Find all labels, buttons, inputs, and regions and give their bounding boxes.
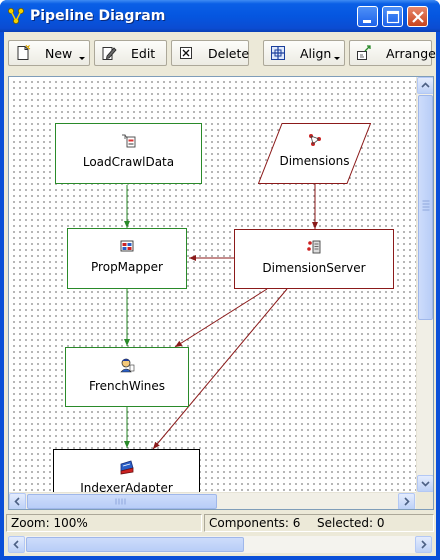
close-button[interactable] (407, 6, 428, 27)
toolbar: New Edit Delete Align Arrange (4, 32, 436, 72)
edit-button[interactable]: Edit (94, 40, 167, 66)
minimize-icon (363, 20, 371, 23)
scroll-up-button[interactable] (417, 77, 433, 94)
window-horizontal-scrollbar[interactable] (8, 536, 432, 553)
chevron-down-icon (421, 481, 430, 487)
new-button-label: New (45, 45, 73, 61)
scroll-left-button[interactable] (9, 493, 26, 509)
node-frenchwines[interactable]: FrenchWines (65, 347, 189, 407)
window-title: Pipeline Diagram (30, 8, 166, 24)
arrange-button[interactable]: Arrange (349, 40, 436, 66)
node-dimensionserver[interactable]: DimensionServer (234, 229, 394, 289)
node-label: Dimensions (279, 154, 350, 168)
align-icon (271, 46, 285, 60)
node-loadcrawldata[interactable]: LoadCrawlData (55, 123, 202, 184)
horizontal-scroll-thumb[interactable] (27, 494, 217, 509)
horizontal-scrollbar[interactable] (9, 492, 416, 509)
window-scroll-thumb[interactable] (26, 537, 244, 552)
delete-icon (180, 47, 192, 59)
node-label: FrenchWines (88, 379, 166, 393)
maximize-button[interactable] (382, 6, 403, 27)
chevron-left-icon (14, 497, 20, 506)
pipeline-app-icon (8, 8, 24, 24)
prop-mapper-icon (120, 240, 134, 252)
wire-dimensionserver-frenchwines[interactable] (174, 288, 268, 348)
node-label: LoadCrawlData (82, 155, 175, 169)
dimensions-icon (308, 134, 321, 146)
grip-lines-icon (115, 498, 126, 505)
crawl-data-icon (121, 134, 135, 148)
title-bar[interactable]: Pipeline Diagram (0, 0, 440, 32)
diagram-viewport: LoadCrawlData Dimensions PropMapper Dime… (8, 76, 434, 510)
scroll-right-button[interactable] (398, 493, 415, 509)
scroll-down-button[interactable] (417, 475, 433, 492)
french-wines-icon (120, 358, 135, 373)
node-dimensions[interactable]: Dimensions (258, 123, 371, 184)
chevron-down-icon (79, 57, 85, 60)
node-propmapper[interactable]: PropMapper (67, 228, 187, 289)
delete-button[interactable]: Delete (171, 40, 249, 66)
chevron-up-icon (421, 82, 430, 88)
window-client-area: New Edit Delete Align Arrange LoadCrawlD… (4, 32, 436, 556)
close-icon (412, 11, 424, 23)
grip-lines-icon (422, 200, 430, 211)
window-scroll-right-button[interactable] (415, 536, 432, 553)
delete-button-label: Delete (208, 45, 250, 61)
chevron-left-icon (13, 540, 19, 549)
scrollbar-corner (416, 492, 433, 509)
arrange-icon (357, 45, 371, 60)
components-status-panel: Components: 6 Selected: 0 (204, 514, 434, 532)
minimize-button[interactable] (357, 6, 378, 27)
vertical-scrollbar[interactable] (416, 77, 433, 492)
maximize-icon (386, 10, 400, 24)
vertical-scroll-thumb[interactable] (418, 95, 433, 320)
chevron-right-icon (404, 497, 410, 506)
selected-count: Selected: 0 (317, 516, 385, 530)
status-bar: Zoom: 100% Components: 6 Selected: 0 (4, 514, 436, 532)
chevron-down-icon (334, 57, 340, 60)
indexer-adapter-icon (120, 460, 133, 475)
align-button[interactable]: Align (263, 40, 345, 66)
arrange-button-label: Arrange (386, 45, 436, 61)
components-count: Components: 6 (209, 516, 301, 530)
node-label: PropMapper (91, 260, 163, 274)
node-label: DimensionServer (262, 261, 366, 275)
new-button[interactable]: New (8, 40, 90, 66)
edit-icon (102, 47, 117, 60)
edit-button-label: Edit (131, 45, 156, 61)
pipeline-window: Pipeline Diagram New Edit Delete Align A… (0, 0, 440, 560)
chevron-right-icon (421, 540, 427, 549)
window-scroll-left-button[interactable] (8, 536, 25, 553)
diagram-canvas[interactable]: LoadCrawlData Dimensions PropMapper Dime… (9, 77, 416, 509)
zoom-status: Zoom: 100% (6, 514, 202, 532)
align-button-label: Align (300, 45, 332, 61)
new-document-icon (17, 45, 31, 60)
dimension-server-icon (307, 240, 321, 254)
